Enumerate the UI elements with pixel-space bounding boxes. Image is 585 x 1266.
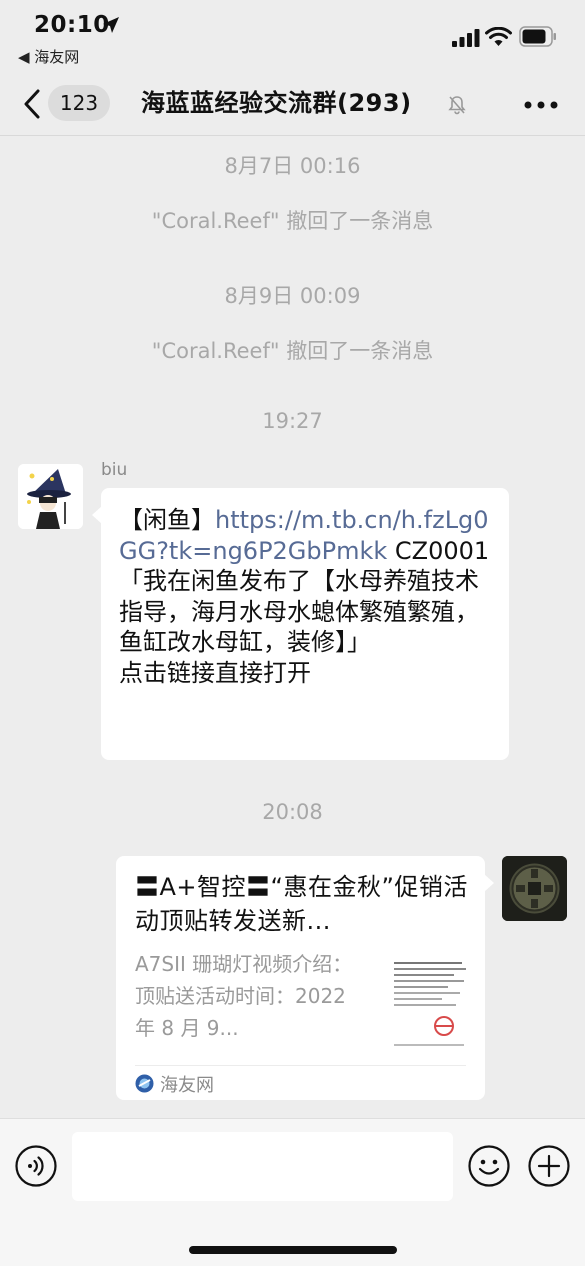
wizard-avatar-icon bbox=[18, 464, 83, 529]
message-input[interactable] bbox=[72, 1132, 453, 1201]
plus-icon[interactable] bbox=[528, 1145, 570, 1187]
voice-input-icon[interactable] bbox=[15, 1145, 57, 1187]
chat-header: 123 海蓝蓝经验交流群(293) bbox=[0, 70, 585, 136]
status-bar: 20:10 ◀ 海友网 bbox=[0, 0, 585, 70]
home-indicator[interactable] bbox=[189, 1246, 397, 1254]
recall-notice: "Coral.Reef" 撤回了一条消息 bbox=[151, 339, 434, 363]
sender-name: biu bbox=[101, 460, 128, 480]
unread-count-badge[interactable]: 123 bbox=[48, 85, 110, 121]
recall-notice: "Coral.Reef" 撤回了一条消息 bbox=[151, 209, 434, 233]
message-timestamp: 20:08 bbox=[262, 800, 323, 824]
card-title: 〓A+智控〓“惠在金秋”促销活动顶贴转发送新... bbox=[135, 873, 468, 935]
back-to-app-link[interactable]: ◀ 海友网 bbox=[18, 46, 79, 67]
location-arrow-icon bbox=[103, 17, 119, 33]
battery-icon bbox=[519, 26, 556, 47]
message-prefix: 【闲鱼】 bbox=[119, 506, 215, 534]
text-message-bubble[interactable]: 【闲鱼】https://m.tb.cn/h.fzLg0GG?tk=ng6P2Gb… bbox=[92, 488, 509, 760]
mute-bell-icon bbox=[448, 96, 466, 115]
avatar[interactable] bbox=[502, 856, 567, 921]
status-time: 20:10 bbox=[34, 12, 110, 38]
card-source-name: 海友网 bbox=[160, 1075, 214, 1096]
message-timestamp: 8月7日 00:16 bbox=[224, 154, 361, 178]
message-footer: 点击链接直接打开 bbox=[119, 658, 311, 687]
message-input-bar bbox=[0, 1118, 585, 1266]
wifi-icon bbox=[485, 27, 512, 46]
coin-avatar-icon bbox=[502, 856, 567, 921]
message-list[interactable]: 8月7日 00:16 "Coral.Reef" 撤回了一条消息 8月9日 00:… bbox=[0, 137, 585, 1118]
back-chevron-icon[interactable] bbox=[22, 88, 42, 120]
chat-title: 海蓝蓝经验交流群(293) bbox=[141, 89, 412, 117]
emoji-icon[interactable] bbox=[468, 1145, 510, 1187]
avatar[interactable] bbox=[18, 464, 83, 529]
more-options-icon[interactable] bbox=[524, 101, 558, 109]
message-timestamp: 19:27 bbox=[262, 409, 323, 433]
card-description: A7SII 珊瑚灯视频介绍：顶贴送活动时间：2022 年 8 月 9... bbox=[135, 952, 353, 1040]
cellular-signal-icon bbox=[452, 29, 480, 47]
message-timestamp: 8月9日 00:09 bbox=[224, 284, 361, 308]
link-card-message[interactable]: 〓A+智控〓“惠在金秋”促销活动顶贴转发送新... A7SII 珊瑚灯视频介绍：… bbox=[116, 856, 494, 1100]
source-logo-icon bbox=[135, 1074, 154, 1093]
card-thumbnail-image bbox=[386, 952, 474, 1060]
card-divider bbox=[135, 1065, 466, 1066]
